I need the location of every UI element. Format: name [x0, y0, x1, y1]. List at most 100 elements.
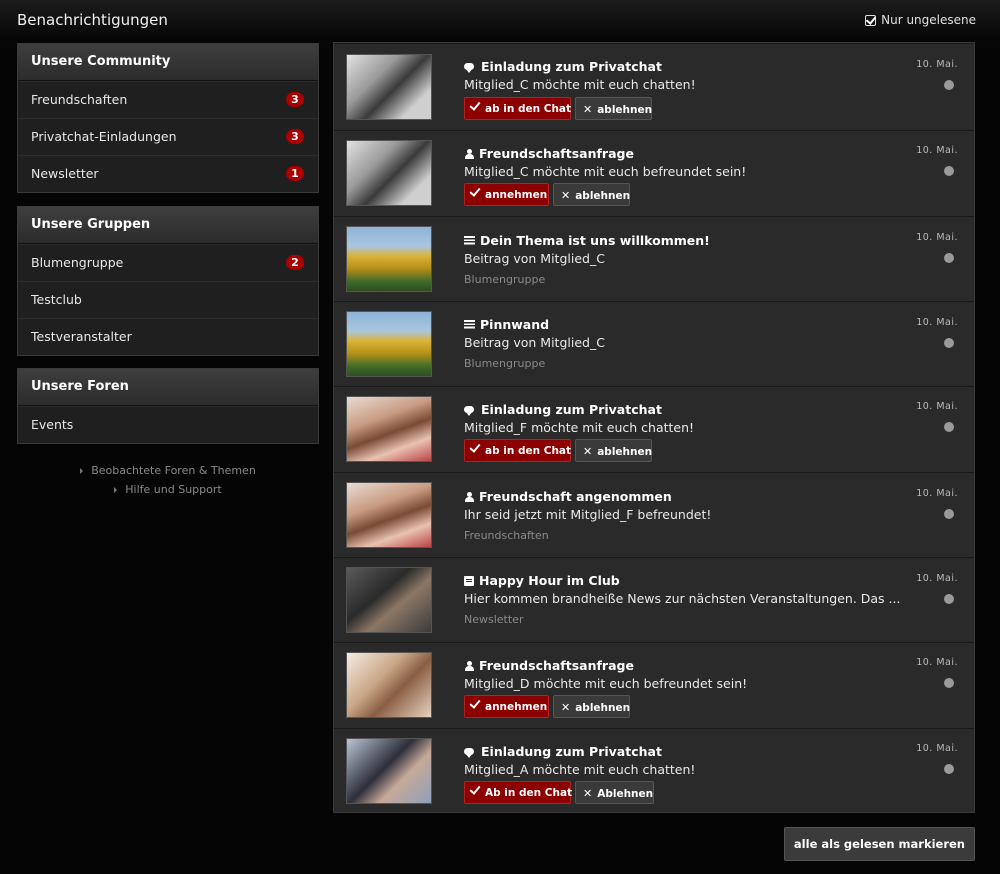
- notification-list: Einladung zum Privatchat Mitglied_C möch…: [333, 42, 975, 813]
- user-icon: [464, 148, 474, 159]
- accept-friend-label: annehmen: [485, 189, 548, 201]
- newsletter-icon: [464, 575, 474, 586]
- decline-button[interactable]: ✕ ablehnen: [575, 439, 652, 462]
- accept-friend-button[interactable]: annehmen: [464, 695, 549, 718]
- unread-dot[interactable]: [944, 253, 954, 263]
- sidebar-item-events[interactable]: Events: [18, 406, 318, 443]
- notification-title: Einladung zum Privatchat: [464, 402, 662, 417]
- check-icon: [469, 783, 481, 795]
- sidebar-item-label: Testveranstalter: [31, 329, 132, 344]
- notification-date: 10. Mai.: [916, 488, 958, 499]
- unread-filter[interactable]: Nur ungelesene: [865, 13, 976, 27]
- notification-item[interactable]: Einladung zum Privatchat Mitglied_A möch…: [334, 728, 974, 812]
- notification-item[interactable]: Freundschaftsanfrage Mitglied_D möchte m…: [334, 642, 974, 728]
- notification-item[interactable]: Happy Hour im Club Hier kommen brandheiß…: [334, 557, 974, 642]
- sidebar-item-privatchat-einladungen[interactable]: Privatchat-Einladungen 3: [18, 118, 318, 155]
- notification-item[interactable]: Einladung zum Privatchat Mitglied_C möch…: [334, 43, 974, 130]
- notification-title: Freundschaftsanfrage: [464, 658, 634, 673]
- link-watched-forums[interactable]: Beobachtete Foren & Themen: [91, 464, 256, 477]
- notification-title-text: Pinnwand: [480, 317, 550, 332]
- count-badge: 2: [286, 255, 304, 270]
- notification-item[interactable]: Dein Thema ist uns willkommen! Beitrag v…: [334, 216, 974, 301]
- notification-date: 10. Mai.: [916, 657, 958, 668]
- notification-item[interactable]: Freundschaftsanfrage Mitglied_C möchte m…: [334, 130, 974, 216]
- chat-icon: [464, 63, 474, 73]
- accept-friend-button[interactable]: annehmen: [464, 183, 549, 206]
- check-icon: [469, 185, 481, 197]
- user-icon: [464, 660, 474, 671]
- notification-title: Einladung zum Privatchat: [464, 744, 662, 759]
- group-thumbnail[interactable]: [346, 226, 432, 292]
- notification-title: Happy Hour im Club: [464, 573, 620, 588]
- user-icon: [464, 491, 474, 502]
- page-title: Benachrichtigungen: [17, 11, 168, 29]
- decline-button[interactable]: ✕ ablehnen: [575, 97, 652, 120]
- count-badge: 3: [286, 92, 304, 107]
- check-icon: [469, 99, 481, 111]
- unread-dot[interactable]: [944, 594, 954, 604]
- sidebar-item-label: Privatchat-Einladungen: [31, 129, 177, 144]
- sidebar-item-freundschaften[interactable]: Freundschaften 3: [18, 81, 318, 118]
- member-avatar[interactable]: [346, 54, 432, 120]
- notification-text: Beitrag von Mitglied_C: [464, 251, 605, 266]
- notification-source[interactable]: Newsletter: [464, 613, 523, 626]
- sidebar-item-newsletter[interactable]: Newsletter 1: [18, 155, 318, 192]
- arrow-right-icon: [114, 487, 118, 493]
- notification-title: Pinnwand: [464, 317, 549, 332]
- notification-item[interactable]: Freundschaft angenommen Ihr seid jetzt m…: [334, 472, 974, 557]
- unread-filter-label[interactable]: Nur ungelesene: [881, 13, 976, 27]
- chat-icon: [464, 406, 474, 416]
- unread-dot[interactable]: [944, 166, 954, 176]
- accept-chat-button[interactable]: ab in den Chat: [464, 97, 571, 120]
- sidebar-item-label: Events: [31, 417, 74, 432]
- unread-dot[interactable]: [944, 509, 954, 519]
- notification-date: 10. Mai.: [916, 573, 958, 584]
- member-avatar[interactable]: [346, 482, 432, 548]
- notification-text: Mitglied_F möchte mit euch chatten!: [464, 420, 695, 435]
- check-icon: [469, 441, 481, 453]
- notification-title-text: Freundschaft angenommen: [479, 489, 672, 504]
- accept-chat-button[interactable]: ab in den Chat: [464, 439, 571, 462]
- decline-button[interactable]: ✕ Ablehnen: [575, 781, 654, 804]
- sidebar-item-testveranstalter[interactable]: Testveranstalter: [18, 318, 318, 355]
- decline-button[interactable]: ✕ ablehnen: [553, 183, 630, 206]
- sidebar-item-blumengruppe[interactable]: Blumengruppe 2: [18, 244, 318, 281]
- newsletter-thumbnail[interactable]: [346, 567, 432, 633]
- forums-panel: Unsere Foren Events: [17, 368, 319, 444]
- notification-title: Freundschaft angenommen: [464, 489, 672, 504]
- chat-icon: [464, 748, 474, 758]
- notification-item[interactable]: Pinnwand Beitrag von Mitglied_C Blumengr…: [334, 301, 974, 386]
- notification-source[interactable]: Blumengruppe: [464, 273, 545, 286]
- sidebar-item-testclub[interactable]: Testclub: [18, 281, 318, 318]
- member-avatar[interactable]: [346, 140, 432, 206]
- unread-dot[interactable]: [944, 338, 954, 348]
- notification-title-text: Happy Hour im Club: [479, 573, 620, 588]
- notification-item[interactable]: Einladung zum Privatchat Mitglied_F möch…: [334, 386, 974, 472]
- unread-dot[interactable]: [944, 764, 954, 774]
- unread-dot[interactable]: [944, 678, 954, 688]
- checkbox-checked-icon[interactable]: [865, 14, 877, 26]
- member-avatar[interactable]: [346, 396, 432, 462]
- accept-chat-button[interactable]: Ab in den Chat: [464, 781, 572, 804]
- unread-dot[interactable]: [944, 80, 954, 90]
- unread-dot[interactable]: [944, 422, 954, 432]
- notification-title: Freundschaftsanfrage: [464, 146, 634, 161]
- notification-date: 10. Mai.: [916, 145, 958, 156]
- member-avatar[interactable]: [346, 738, 432, 804]
- notification-title-text: Freundschaftsanfrage: [479, 146, 634, 161]
- decline-label: ablehnen: [597, 446, 653, 458]
- notification-date: 10. Mai.: [916, 743, 958, 754]
- link-help-support[interactable]: Hilfe und Support: [125, 483, 221, 496]
- notification-source[interactable]: Freundschaften: [464, 529, 549, 542]
- close-icon: ✕: [583, 787, 593, 800]
- accept-friend-label: annehmen: [485, 701, 548, 713]
- notification-source[interactable]: Blumengruppe: [464, 357, 545, 370]
- mark-all-read-button[interactable]: alle als gelesen markieren: [783, 827, 975, 861]
- notification-text: Mitglied_C möchte mit euch befreundet se…: [464, 164, 747, 179]
- sidebar-item-label: Freundschaften: [31, 92, 128, 107]
- notification-title-text: Einladung zum Privatchat: [481, 59, 662, 74]
- notification-title-text: Einladung zum Privatchat: [481, 744, 662, 759]
- decline-button[interactable]: ✕ ablehnen: [553, 695, 630, 718]
- member-avatar[interactable]: [346, 652, 432, 718]
- group-thumbnail[interactable]: [346, 311, 432, 377]
